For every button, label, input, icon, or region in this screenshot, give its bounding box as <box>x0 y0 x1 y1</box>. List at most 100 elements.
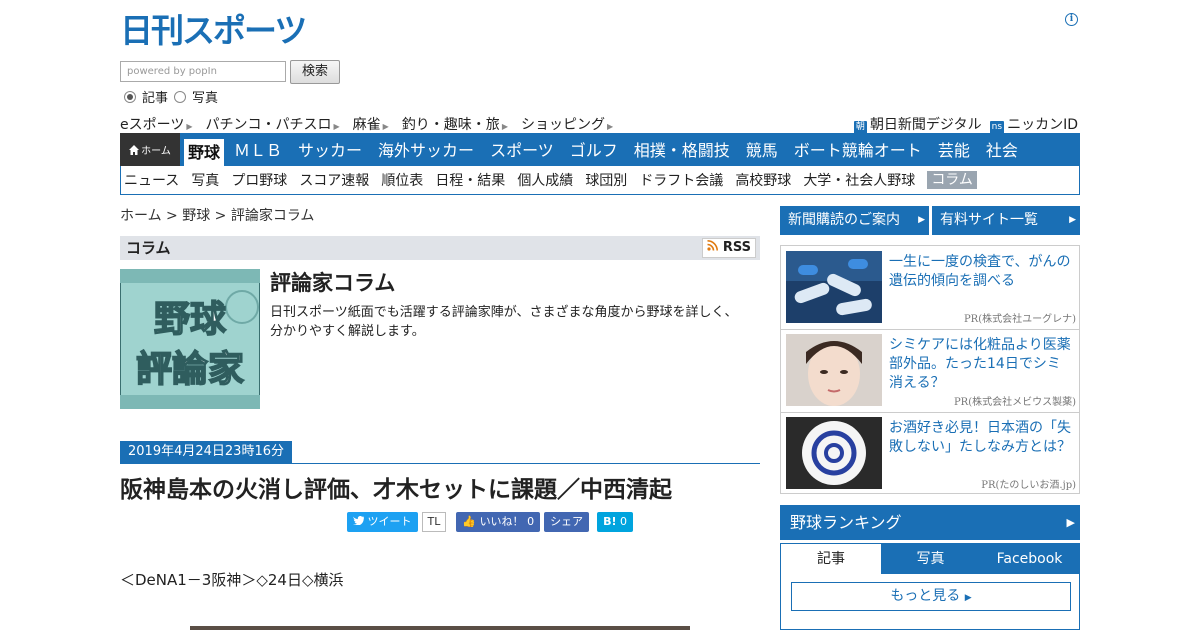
nav-boat-keirin-auto[interactable]: ボート競輪オート <box>786 133 930 166</box>
ad-sponsor: PR(株式会社ユーグレナ) <box>963 314 1076 325</box>
external-links: 朝朝日新聞デジタル ns ニッカンID <box>853 114 1078 134</box>
subnav-item-shopping[interactable]: ショッピング ▶ <box>521 114 613 134</box>
tab-photos[interactable]: 写真 <box>881 544 980 574</box>
tweet-button[interactable]: ツイート <box>347 512 418 532</box>
search-button[interactable]: 検索 <box>290 60 340 84</box>
paid-sites-button[interactable]: 有料サイト一覧 ▶ <box>932 206 1080 235</box>
sub-navigation: eスポーツ ▶ パチンコ・パチスロ ▶ 麻雀 ▶ 釣り・趣味・旅 ▶ ショッピング ▶ <box>120 114 613 134</box>
column-description: 日刊スポーツ紙面でも活躍する評論家陣が、さまざまな角度から野球を詳しく、分かりや… <box>270 305 738 339</box>
triangle-right-icon: ▶ <box>1066 516 1075 529</box>
secnav-teams[interactable]: 球団別 <box>585 170 627 190</box>
divider <box>120 463 760 464</box>
column-section-title: コラム <box>126 239 171 257</box>
ad-image-face <box>786 334 882 406</box>
triangle-right-icon: ▶ <box>1069 215 1076 225</box>
baseball-subnavigation: ニュース 写真 プロ野球 スコア速報 順位表 日程・結果 個人成績 球団別 ドラ… <box>120 166 1080 195</box>
search-scope: 記事 写真 <box>124 87 218 106</box>
ranking-tabs: 記事 写真 Facebook もっと見る ▶ <box>780 543 1080 630</box>
triangle-right-icon: ▶ <box>918 215 925 225</box>
nav-sports[interactable]: スポーツ <box>482 133 562 166</box>
ad-item[interactable]: 一生に一度の検査で、がんの遺伝的傾向を調べる PR(株式会社ユーグレナ) <box>786 251 1076 327</box>
column-thumbnail[interactable]: 野球 評論家 <box>120 269 260 409</box>
hatena-bookmark-button[interactable]: B! 0 <box>597 512 633 532</box>
secnav-college-amateur[interactable]: 大学・社会人野球 <box>803 170 915 190</box>
secnav-live-scores[interactable]: スコア速報 <box>299 170 369 190</box>
arrow-icon: ▶ <box>382 122 389 131</box>
subnav-item-pachinko[interactable]: パチンコ・パチスロ ▶ <box>206 114 340 134</box>
ad-box: 一生に一度の検査で、がんの遺伝的傾向を調べる PR(株式会社ユーグレナ) シミケ… <box>780 245 1080 494</box>
subnav-item-mahjong[interactable]: 麻雀 ▶ <box>353 114 389 134</box>
ad-sponsor: PR(たのしいお酒.jp) <box>981 480 1076 491</box>
asahi-digital-link[interactable]: 朝朝日新聞デジタル <box>853 114 982 134</box>
secnav-high-school[interactable]: 高校野球 <box>735 170 791 190</box>
info-icon[interactable]: i <box>1065 13 1078 26</box>
arrow-icon: ▶ <box>333 122 340 131</box>
arrow-icon: ▶ <box>501 122 508 131</box>
divider <box>781 412 1079 413</box>
tab-facebook[interactable]: Facebook <box>980 544 1079 574</box>
secnav-player-stats[interactable]: 個人成績 <box>517 170 573 190</box>
nav-sumo-fighting[interactable]: 相撲・格闘技 <box>626 133 738 166</box>
twitter-bird-icon <box>352 516 365 526</box>
subscribe-button[interactable]: 新聞購読のご案内 ▶ <box>780 206 929 235</box>
home-icon <box>129 144 140 155</box>
nav-mlb[interactable]: ＭＬＢ <box>226 133 290 166</box>
social-buttons: ツイート TL 👍 いいね！ 0 シェア B! 0 <box>347 512 633 532</box>
ad-text: お酒好き必見！日本酒の「失敗しない」たしなみ方とは？ <box>889 420 1071 455</box>
arrow-icon: ▶ <box>606 122 614 131</box>
article-photo[interactable] <box>190 626 690 630</box>
secnav-news[interactable]: ニュース <box>124 170 179 190</box>
ad-text: シミケアには化粧品より医薬部外品。たった14日でシミ消える？ <box>889 337 1071 391</box>
svg-text:日刊スポーツ: 日刊スポーツ <box>120 12 305 48</box>
nav-golf[interactable]: ゴルフ <box>562 133 626 166</box>
column-title: 評論家コラム <box>270 271 396 295</box>
search-input[interactable]: powered by popIn <box>120 61 286 82</box>
ad-text: 一生に一度の検査で、がんの遺伝的傾向を調べる <box>889 254 1071 289</box>
hatena-icon: B! <box>603 515 617 528</box>
secnav-photos[interactable]: 写真 <box>191 170 219 190</box>
nav-society[interactable]: 社会 <box>978 133 1026 166</box>
rss-button[interactable]: RSS <box>702 238 756 258</box>
like-count: 0 <box>527 515 535 528</box>
secnav-column[interactable]: コラム <box>927 171 977 189</box>
ad-image-sake-cup <box>786 417 882 489</box>
thumb-title-line2: 評論家 <box>136 349 244 390</box>
secnav-standings[interactable]: 順位表 <box>381 170 423 190</box>
secnav-pro-baseball[interactable]: プロ野球 <box>231 170 287 190</box>
article-lead: ＜DeNA1－3阪神＞◇24日◇横浜 <box>120 571 344 589</box>
nav-entertainment[interactable]: 芸能 <box>930 133 978 166</box>
nav-soccer[interactable]: サッカー <box>290 133 370 166</box>
nav-baseball[interactable]: 野球 <box>184 139 225 166</box>
divider <box>781 329 1079 330</box>
breadcrumb[interactable]: ホーム > 野球 > 評論家コラム <box>120 205 314 225</box>
nav-home[interactable]: ホーム <box>120 133 180 166</box>
arrow-icon: ▶ <box>186 122 193 131</box>
like-button[interactable]: 👍 いいね！ 0 <box>456 512 541 532</box>
column-section-bar: コラム RSS <box>120 236 760 260</box>
share-button[interactable]: シェア <box>544 512 590 532</box>
radio-article[interactable] <box>124 90 136 103</box>
ad-item[interactable]: シミケアには化粧品より医薬部外品。たった14日でシミ消える？ PR(株式会社メビ… <box>786 334 1076 410</box>
more-button[interactable]: もっと見る ▶ <box>791 582 1071 611</box>
tab-articles[interactable]: 記事 <box>781 544 881 574</box>
nikkan-sports-logo[interactable]: 日刊スポーツ <box>120 12 320 48</box>
ad-image-capsules <box>786 251 882 323</box>
hatena-count: 0 <box>619 515 627 528</box>
baseball-ranking-header[interactable]: 野球ランキング ▶ <box>780 505 1080 540</box>
radio-photo[interactable] <box>174 90 187 103</box>
page: 日刊スポーツ i powered by popIn 検索 記事 写真 eスポーツ… <box>0 0 1200 630</box>
article-headline: 阪神島本の火消し評価、才木セットに課題／中西清起 <box>120 477 672 503</box>
ad-item[interactable]: お酒好き必見！日本酒の「失敗しない」たしなみ方とは？ PR(たのしいお酒.jp) <box>786 417 1076 493</box>
radio-photo-label: 写真 <box>192 91 219 106</box>
subnav-item-esports[interactable]: eスポーツ ▶ <box>120 114 193 134</box>
thumb-title-line1: 野球 <box>154 299 227 340</box>
triangle-right-icon: ▶ <box>964 593 972 603</box>
secnav-draft[interactable]: ドラフト会議 <box>639 170 723 190</box>
secnav-schedule-results[interactable]: 日程・結果 <box>435 170 505 190</box>
nav-horse-racing[interactable]: 競馬 <box>738 133 786 166</box>
subnav-item-fishing[interactable]: 釣り・趣味・旅 ▶ <box>402 114 508 134</box>
nav-world-soccer[interactable]: 海外サッカー <box>370 133 482 166</box>
nikkan-id-link[interactable]: ns ニッカンID <box>989 114 1078 134</box>
rss-icon <box>707 240 719 251</box>
timeline-button[interactable]: TL <box>421 512 447 532</box>
